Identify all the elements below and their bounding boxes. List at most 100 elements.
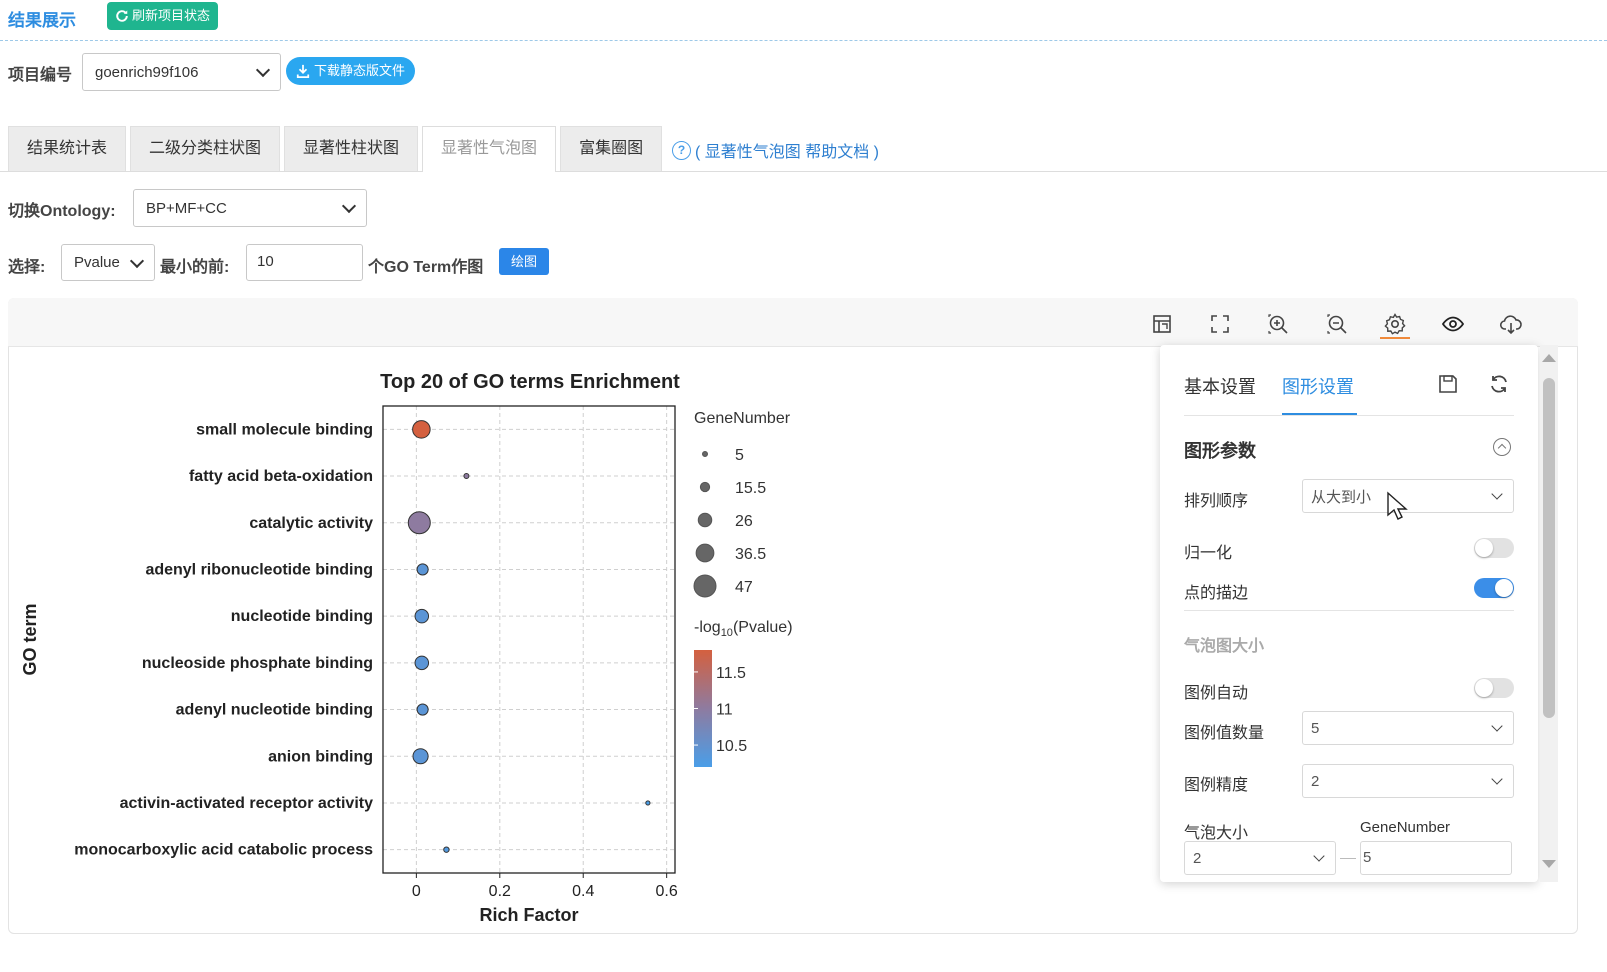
metric-value: Pvalue xyxy=(74,254,120,271)
chevron-down-icon xyxy=(341,198,357,214)
y-tick-label: activin-activated receptor activity xyxy=(120,795,374,812)
chart-title: Top 20 of GO terms Enrichment xyxy=(380,371,680,393)
bubble-size-select[interactable]: 2 xyxy=(1184,841,1336,875)
legend-auto-toggle[interactable] xyxy=(1474,678,1514,698)
ontology-value: BP+MF+CC xyxy=(146,199,227,217)
active-tool-indicator xyxy=(1380,337,1410,339)
reset-icon[interactable] xyxy=(1488,373,1510,395)
ontology-label: 切换Ontology: xyxy=(8,203,116,220)
gear-icon[interactable] xyxy=(1383,312,1407,336)
download-label: 下载静态版文件 xyxy=(314,63,406,78)
data-point xyxy=(407,511,431,535)
tab-stats-table[interactable]: 结果统计表 xyxy=(8,126,127,171)
sort-select[interactable]: 从大到小 xyxy=(1302,479,1514,513)
x-tick-label: 0.6 xyxy=(656,883,678,900)
tab-significance-bar[interactable]: 显著性柱状图 xyxy=(284,126,419,171)
help-link[interactable]: ? ( 显著性气泡图 帮助文档 ) xyxy=(672,138,879,162)
legend-precision-select[interactable]: 2 xyxy=(1302,764,1514,798)
data-point xyxy=(463,473,470,480)
download-icon xyxy=(296,64,310,78)
legend-count-select[interactable]: 5 xyxy=(1302,711,1514,745)
term-suffix-label: 个GO Term作图 xyxy=(368,259,484,276)
save-icon[interactable] xyxy=(1437,373,1459,395)
y-tick-label: nucleotide binding xyxy=(231,608,373,625)
ontology-select[interactable]: BP+MF+CC xyxy=(133,189,367,227)
y-tick-label: adenyl nucleotide binding xyxy=(176,702,373,719)
refresh-label: 刷新项目状态 xyxy=(132,8,211,23)
project-label: 项目编号 xyxy=(8,67,73,84)
legend-count-value: 5 xyxy=(1311,719,1320,737)
top-bar xyxy=(0,0,1607,41)
chevron-down-icon xyxy=(1313,850,1325,862)
size-legend-dot xyxy=(699,481,711,493)
tab-graph-settings[interactable]: 图形设置 xyxy=(1282,373,1354,399)
stroke-toggle[interactable] xyxy=(1474,578,1514,598)
y-tick-label: nucleoside phosphate binding xyxy=(142,655,373,672)
size-legend-dot xyxy=(702,451,708,457)
tab-enrichment-circle[interactable]: 富集圈图 xyxy=(560,126,663,171)
zoom-in-icon[interactable] xyxy=(1266,312,1290,336)
color-legend-label: 11 xyxy=(716,702,733,719)
y-tick-label: monocarboxylic acid catabolic process xyxy=(74,842,373,859)
x-tick-label: 0.2 xyxy=(489,883,511,900)
x-tick-label: 0.4 xyxy=(572,883,594,900)
refresh-status-button[interactable]: 刷新项目状态 xyxy=(107,2,219,30)
y-tick-label: fatty acid beta-oxidation xyxy=(189,468,373,485)
fullscreen-icon[interactable] xyxy=(1208,312,1232,336)
project-value: goenrich99f106 xyxy=(95,63,199,81)
range-dash xyxy=(1340,858,1356,859)
bubble-chart: Top 20 of GO terms Enrichment small molec… xyxy=(20,371,793,925)
project-select[interactable]: goenrich99f106 xyxy=(82,53,281,91)
data-point xyxy=(414,608,430,624)
zoom-out-icon[interactable] xyxy=(1325,312,1349,336)
select-label: 选择: xyxy=(8,259,46,276)
help-text: ( 显著性气泡图 帮助文档 ) xyxy=(695,144,879,161)
result-tabs: 结果统计表 二级分类柱状图 显著性柱状图 显著性气泡图 富集圈图 xyxy=(8,126,666,172)
y-tick-label: small molecule binding xyxy=(196,421,373,438)
term-count-input[interactable]: 10 xyxy=(246,244,363,281)
settings-panel: 基本设置 图形设置 图形参数 排列顺序 从大到小 归一化 点的描边 气泡图大小 … xyxy=(1160,345,1538,882)
size-legend-title: GeneNumber xyxy=(694,410,791,427)
y-tick-label: adenyl ribonucleotide binding xyxy=(145,561,373,578)
size-legend-dot xyxy=(697,512,713,528)
metric-select[interactable]: Pvalue xyxy=(61,244,155,281)
color-legend-title: -log10(Pvalue) xyxy=(694,619,793,639)
scroll-up-icon[interactable] xyxy=(1542,354,1556,362)
gene-number-input[interactable]: 5 xyxy=(1360,841,1512,875)
scroll-thumb[interactable] xyxy=(1543,378,1555,718)
chevron-down-icon xyxy=(255,62,271,78)
normalize-label: 归一化 xyxy=(1184,545,1233,562)
mouse-cursor-icon xyxy=(1386,491,1408,526)
normalize-toggle[interactable] xyxy=(1474,538,1514,558)
size-legend-label: 5 xyxy=(735,447,744,464)
legend-precision-label: 图例精度 xyxy=(1184,777,1249,794)
collapse-icon[interactable] xyxy=(1493,438,1511,456)
chevron-down-icon xyxy=(1491,720,1503,732)
tab-basic-settings[interactable]: 基本设置 xyxy=(1184,373,1256,399)
tab-significance-bubble[interactable]: 显著性气泡图 xyxy=(422,126,557,172)
color-legend-label: 10.5 xyxy=(716,738,747,755)
min-label: 最小的前: xyxy=(160,259,230,276)
chevron-down-icon xyxy=(1491,773,1503,785)
tab-level2-bar[interactable]: 二级分类柱状图 xyxy=(130,126,281,171)
y-axis-label: GO term xyxy=(20,603,40,675)
x-axis-label: Rich Factor xyxy=(479,905,578,925)
cloud-download-icon[interactable] xyxy=(1499,312,1523,336)
eye-icon[interactable] xyxy=(1441,312,1465,336)
data-point xyxy=(416,563,429,576)
settings-divider xyxy=(1184,415,1514,416)
data-point xyxy=(412,420,431,439)
sort-label: 排列顺序 xyxy=(1184,493,1249,510)
x-tick-label: 0 xyxy=(412,883,421,900)
scroll-down-icon[interactable] xyxy=(1542,860,1556,868)
bubble-size-value: 2 xyxy=(1193,849,1202,867)
draw-button[interactable]: 绘图 xyxy=(499,248,549,275)
refresh-icon xyxy=(116,10,128,22)
download-static-button[interactable]: 下载静态版文件 xyxy=(286,57,416,85)
chevron-down-icon xyxy=(1491,488,1503,500)
data-point xyxy=(645,800,651,806)
legend-precision-value: 2 xyxy=(1311,772,1320,790)
graph-params-title: 图形参数 xyxy=(1184,441,1256,461)
gene-number-label: GeneNumber xyxy=(1360,819,1451,836)
restore-icon[interactable] xyxy=(1150,312,1174,336)
